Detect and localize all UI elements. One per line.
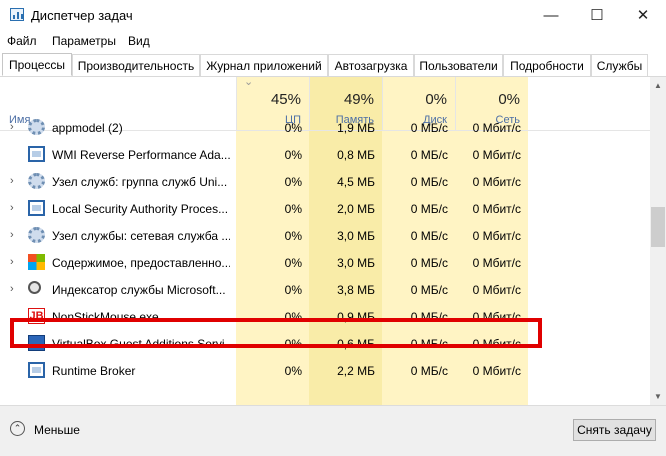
expand-chevron-icon[interactable]: › — [10, 256, 14, 268]
network-value: 0 Мбит/с — [472, 364, 521, 378]
table-row[interactable]: › Local Security Authority Proces... 0% 2,0… — [0, 195, 650, 222]
expand-chevron-icon[interactable]: › — [10, 202, 14, 214]
collapse-chevron-icon[interactable]: ⌃ — [10, 421, 25, 436]
highlight-box — [10, 318, 542, 348]
network-value: 0 Мбит/с — [472, 202, 521, 216]
disk-value: 0 МБ/с — [410, 175, 448, 189]
memory-total-percent: 49% — [343, 91, 374, 108]
network-value: 0 Мбит/с — [472, 148, 521, 162]
table-row[interactable]: Runtime Broker 0% 2,2 МБ 0 МБ/с 0 Мбит/с — [0, 357, 650, 384]
table-row[interactable]: WMI Reverse Performance Ada... 0% 0,8 МБ 0 … — [0, 141, 650, 168]
process-name: Узел службы: сетевая служба ... — [52, 229, 230, 243]
memory-value: 0,8 МБ — [337, 148, 375, 162]
tab-bar: Процессы Производительность Журнал прило… — [0, 53, 666, 77]
tab-details[interactable]: Подробности — [503, 54, 591, 76]
disk-value: 0 МБ/с — [410, 121, 448, 135]
disk-value: 0 МБ/с — [410, 202, 448, 216]
network-value: 0 Мбит/с — [472, 256, 521, 270]
disk-value: 0 МБ/с — [410, 148, 448, 162]
cpu-value: 0% — [284, 148, 302, 162]
process-name: Узел служб: группа служб Uni... — [52, 175, 228, 189]
cpu-value: 0% — [284, 175, 302, 189]
tiles-icon — [28, 254, 45, 270]
menu-view[interactable]: Вид — [128, 34, 150, 48]
scrollbar-thumb[interactable] — [651, 207, 665, 247]
network-value: 0 Мбит/с — [472, 283, 521, 297]
search-icon — [28, 281, 41, 294]
window-icon — [28, 146, 45, 162]
scroll-down-arrow-icon[interactable]: ▼ — [650, 388, 666, 405]
tab-services[interactable]: Службы — [591, 54, 648, 76]
table-row[interactable]: › appmodel (2) 0% 1,9 МБ 0 МБ/с 0 Мбит/с — [0, 114, 650, 141]
table-row[interactable]: › Содержимое, предоставленно... 0% 3,0 МБ 0 … — [0, 249, 650, 276]
menu-options[interactable]: Параметры — [52, 34, 116, 48]
window-icon — [28, 362, 45, 378]
tab-app-history[interactable]: Журнал приложений — [200, 54, 328, 76]
tab-processes[interactable]: Процессы — [2, 53, 72, 76]
scroll-up-arrow-icon[interactable]: ▲ — [650, 77, 666, 94]
window-title: Диспетчер задач — [31, 8, 133, 23]
fewer-details-link[interactable]: Меньше — [34, 423, 80, 437]
table-row[interactable]: › Узел службы: сетевая служба ... 0% 3,0 МБ… — [0, 222, 650, 249]
window-icon — [28, 200, 45, 216]
memory-value: 3,0 МБ — [337, 229, 375, 243]
table-row[interactable]: › Узел служб: группа служб Uni... 0% 4,5 МБ… — [0, 168, 650, 195]
tab-users[interactable]: Пользователи — [414, 54, 503, 76]
cpu-value: 0% — [284, 283, 302, 297]
gear-icon — [28, 119, 45, 135]
process-name: Runtime Broker — [52, 364, 136, 378]
process-table: ⌄ Имя 45% ЦП 49% Память 0% Диск 0% Сеть … — [0, 77, 650, 405]
disk-value: 0 МБ/с — [410, 229, 448, 243]
minimize-button[interactable]: — — [528, 0, 574, 30]
cpu-value: 0% — [284, 364, 302, 378]
network-value: 0 Мбит/с — [472, 229, 521, 243]
expand-chevron-icon[interactable]: › — [10, 283, 14, 295]
tab-performance[interactable]: Производительность — [72, 54, 200, 76]
vertical-scrollbar[interactable]: ▲ ▼ — [650, 77, 666, 405]
gear-icon — [28, 227, 45, 243]
close-button[interactable]: ✕ — [620, 0, 666, 30]
end-task-button[interactable]: Снять задачу — [573, 419, 656, 441]
disk-value: 0 МБ/с — [410, 283, 448, 297]
network-value: 0 Мбит/с — [472, 121, 521, 135]
process-name: appmodel (2) — [52, 121, 123, 135]
cpu-value: 0% — [284, 229, 302, 243]
cpu-total-percent: 45% — [270, 91, 301, 108]
footer: ⌃ Меньше Снять задачу — [0, 405, 666, 456]
table-row[interactable]: › Индексатор службы Microsoft... 0% 3,8 МБ 0… — [0, 276, 650, 303]
expand-chevron-icon[interactable]: › — [10, 229, 14, 241]
menu-file[interactable]: Файл — [7, 34, 37, 48]
title-bar: Диспетчер задач — ☐ ✕ — [0, 0, 666, 30]
memory-value: 3,0 МБ — [337, 256, 375, 270]
gear-icon — [28, 173, 45, 189]
disk-total-percent: 0% — [425, 91, 447, 108]
expand-chevron-icon[interactable]: › — [10, 175, 14, 187]
memory-value: 4,5 МБ — [337, 175, 375, 189]
cpu-value: 0% — [284, 121, 302, 135]
memory-value: 2,0 МБ — [337, 202, 375, 216]
expand-chevron-icon[interactable]: › — [10, 121, 14, 133]
network-value: 0 Мбит/с — [472, 175, 521, 189]
task-manager-app-icon — [10, 8, 24, 21]
disk-value: 0 МБ/с — [410, 256, 448, 270]
process-name: Индексатор службы Microsoft... — [52, 283, 226, 297]
memory-value: 3,8 МБ — [337, 283, 375, 297]
process-name: Содержимое, предоставленно... — [52, 256, 230, 270]
process-name: Local Security Authority Proces... — [52, 202, 229, 216]
memory-value: 2,2 МБ — [337, 364, 375, 378]
memory-value: 1,9 МБ — [337, 121, 375, 135]
network-total-percent: 0% — [498, 91, 520, 108]
process-name: WMI Reverse Performance Ada... — [52, 148, 230, 162]
cpu-value: 0% — [284, 256, 302, 270]
menu-bar: Файл Параметры Вид — [0, 30, 666, 52]
cpu-value: 0% — [284, 202, 302, 216]
disk-value: 0 МБ/с — [410, 364, 448, 378]
tab-startup[interactable]: Автозагрузка — [328, 54, 414, 76]
maximize-button[interactable]: ☐ — [574, 0, 620, 30]
